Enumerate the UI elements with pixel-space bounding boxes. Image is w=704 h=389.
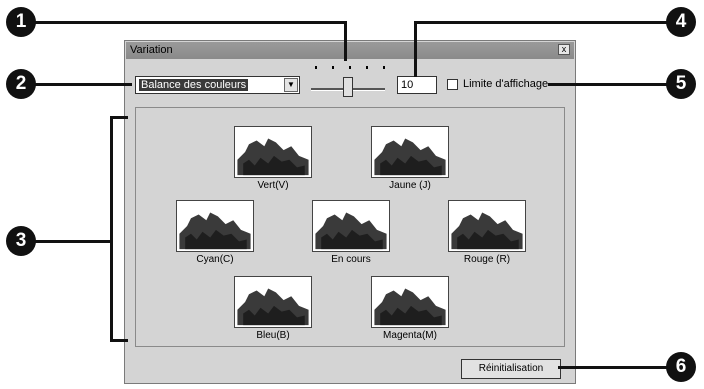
preview-thumbnail-current[interactable] [312,200,390,252]
title-bar[interactable]: Variation x [126,42,574,59]
limit-display-label: Limite d'affichage [463,78,549,90]
callout-leader-3 [32,240,112,243]
reset-button[interactable]: Réinitialisation [461,359,561,379]
callout-2: 2 [6,69,36,99]
preview-thumbnail-green[interactable] [234,126,312,178]
callout-leader-1 [344,21,347,61]
callout-leader-2 [32,83,132,86]
dropdown-selected-value: Balance des couleurs [139,79,249,91]
chevron-down-icon[interactable]: ▼ [284,78,298,92]
preview-thumbnail-red[interactable] [448,200,526,252]
photo-icon [372,127,448,177]
close-button[interactable]: x [558,44,570,55]
photo-icon [235,127,311,177]
preview-thumbnail-blue[interactable] [234,276,312,328]
callout-5: 5 [666,69,696,99]
callout-leader-6 [558,366,678,369]
intensity-slider-thumb[interactable] [343,77,353,97]
photo-icon [449,201,525,251]
window-title: Variation [130,44,173,56]
callout-leader-1 [32,21,346,24]
variation-dialog: Variation x Balance des couleurs ▼ 10 Li… [124,40,576,384]
preview-label: Bleu(B) [256,330,290,341]
intensity-value-field[interactable]: 10 [397,76,437,94]
callout-bracket [110,116,113,342]
callout-leader-4 [414,21,417,77]
adjustment-mode-dropdown[interactable]: Balance des couleurs ▼ [135,76,300,94]
callout-bracket [110,339,128,342]
preview-label: En cours [331,254,371,265]
variation-preview-area: Vert(V) Jaune (J) Cyan(C) En cours Rouge… [135,107,565,347]
photo-icon [177,201,253,251]
preview-thumbnail-magenta[interactable] [371,276,449,328]
callout-leader-4 [414,21,676,24]
callout-1: 1 [6,7,36,37]
callout-3: 3 [6,226,36,256]
photo-icon [313,201,389,251]
preview-thumbnail-yellow[interactable] [371,126,449,178]
preview-label: Rouge (R) [463,254,511,265]
photo-icon [235,277,311,327]
callout-leader-5 [548,83,678,86]
preview-label: Jaune (J) [389,180,431,191]
callout-4: 4 [666,7,696,37]
limit-display-checkbox[interactable] [447,79,458,90]
preview-label: Cyan(C) [196,254,234,265]
callout-6: 6 [666,352,696,382]
callout-bracket [110,116,128,119]
preview-thumbnail-cyan[interactable] [176,200,254,252]
preview-label: Magenta(M) [383,330,437,341]
slider-ticks [315,66,385,72]
preview-label: Vert(V) [257,180,289,191]
photo-icon [372,277,448,327]
